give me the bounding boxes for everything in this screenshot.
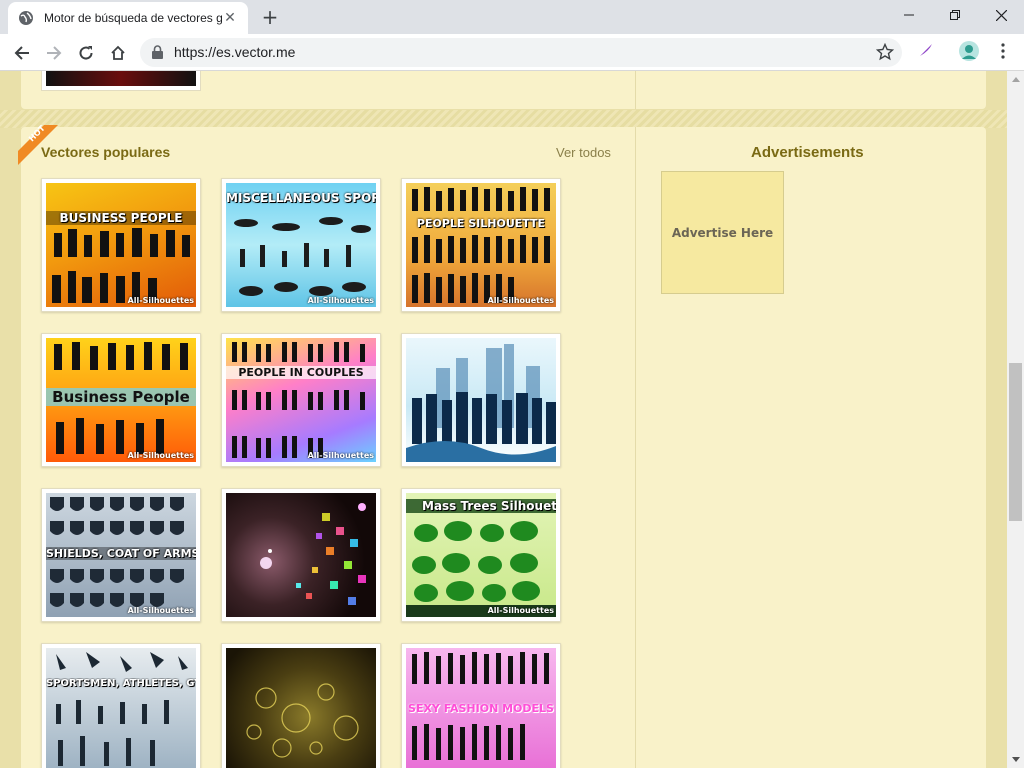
vector-thumbnail[interactable] [401, 333, 561, 467]
vector-thumbnail[interactable]: PEOPLE SILHOUETTE All-Silhouettes [401, 178, 561, 312]
minimize-icon [904, 14, 914, 16]
close-icon [995, 9, 1007, 21]
vector-thumbnail[interactable]: SEXY FASHION MODELS [401, 643, 561, 768]
section-title: Vectores populares [41, 144, 171, 160]
browser-titlebar: Motor de búsqueda de vectores gratis ✕ + [0, 0, 1024, 34]
advertise-here-box[interactable]: Advertise Here [661, 171, 784, 294]
brand-watermark: All-Silhouettes [487, 606, 554, 615]
more-vert-icon [1001, 43, 1005, 59]
thumbnail-label: PEOPLE SILHOUETTE [416, 217, 546, 230]
chevron-up-icon [1011, 77, 1020, 82]
browser-toolbar: https://es.vector.me [0, 34, 1024, 71]
stripe-divider [0, 110, 1007, 128]
vector-thumbnail[interactable] [221, 488, 381, 622]
brand-watermark: All-Silhouettes [307, 296, 374, 305]
bookmark-star-icon[interactable] [876, 43, 894, 61]
thumbnail-label: SPORTSMEN, ATHLETES, GYMNASTS [46, 678, 196, 689]
new-tab-button[interactable]: + [258, 5, 282, 29]
minimize-button[interactable] [886, 0, 932, 30]
home-icon [111, 45, 125, 60]
browser-menu-button[interactable] [992, 40, 1014, 62]
vector-thumbnail[interactable]: SPORTSMEN, ATHLETES, GYMNASTS [41, 643, 201, 768]
vector-thumbnail[interactable]: Business People All-Silhouettes [41, 333, 201, 467]
back-arrow-icon [14, 46, 29, 60]
see-all-link[interactable]: Ver todos [556, 145, 611, 160]
browser-tab[interactable]: Motor de búsqueda de vectores gratis ✕ [8, 2, 248, 34]
thumbnail-label: MISCELLANEOUS SPORTSMEN [226, 191, 376, 205]
vector-thumbnail[interactable]: MISCELLANEOUS SPORTSMEN All-Silhouettes [221, 178, 381, 312]
vector-thumbnail[interactable]: Mass Trees Silhouettes All-Silhouettes [401, 488, 561, 622]
forward-arrow-icon [47, 46, 62, 60]
profile-avatar[interactable] [958, 40, 980, 62]
thumbnail-partial[interactable] [41, 71, 201, 91]
popular-vectors-panel: HOT Vectores populares Ver todos BUSINES… [18, 125, 986, 768]
tab-close-icon[interactable]: ✕ [222, 10, 238, 26]
thumbnail-label: Business People [46, 388, 196, 406]
ad-text: Advertise Here [671, 225, 774, 240]
restore-icon [950, 10, 960, 20]
globe-icon [19, 11, 33, 25]
vector-thumbnail[interactable]: BUSINESS PEOPLE All-Silhouettes [41, 178, 201, 312]
previous-section-panel [21, 71, 986, 109]
brand-watermark: All-Silhouettes [307, 451, 374, 460]
vector-thumbnail[interactable] [221, 643, 381, 768]
extension-feather-icon[interactable] [914, 40, 936, 62]
thumbnail-label: SEXY FASHION MODELS [408, 702, 554, 715]
back-button[interactable] [9, 40, 35, 66]
forward-button[interactable] [41, 40, 67, 66]
home-button[interactable] [105, 40, 131, 66]
reload-icon [79, 46, 93, 60]
vector-thumbnail[interactable]: PEOPLE IN COUPLES All-Silhouettes [221, 333, 381, 467]
thumbnail-label: SHIELDS, COAT OF ARMS [46, 547, 196, 560]
thumbnail-label: Mass Trees Silhouettes [406, 499, 556, 513]
ads-title: Advertisements [751, 144, 864, 161]
scroll-up-arrow[interactable] [1007, 71, 1024, 88]
page-viewport: HOT Vectores populares Ver todos BUSINES… [0, 71, 1007, 768]
tab-title: Motor de búsqueda de vectores gratis [44, 11, 222, 25]
scrollbar-thumb[interactable] [1009, 363, 1022, 521]
brand-watermark: All-Silhouettes [127, 451, 194, 460]
brand-watermark: All-Silhouettes [127, 606, 194, 615]
chevron-down-icon [1011, 757, 1020, 762]
lock-icon [152, 45, 163, 59]
address-bar[interactable]: https://es.vector.me [140, 38, 902, 67]
thumbnail-label: BUSINESS PEOPLE [46, 211, 196, 225]
close-window-button[interactable] [978, 0, 1024, 30]
thumbnail-label: PEOPLE IN COUPLES [226, 366, 376, 379]
brand-watermark: All-Silhouettes [487, 296, 554, 305]
url-text: https://es.vector.me [174, 44, 296, 60]
reload-button[interactable] [73, 40, 99, 66]
scroll-down-arrow[interactable] [1007, 751, 1024, 768]
column-divider [635, 71, 636, 109]
page-scrollbar[interactable] [1007, 71, 1024, 768]
column-divider [635, 127, 636, 768]
brand-watermark: All-Silhouettes [127, 296, 194, 305]
vector-thumbnail[interactable]: SHIELDS, COAT OF ARMS All-Silhouettes [41, 488, 201, 622]
restore-button[interactable] [932, 0, 978, 30]
